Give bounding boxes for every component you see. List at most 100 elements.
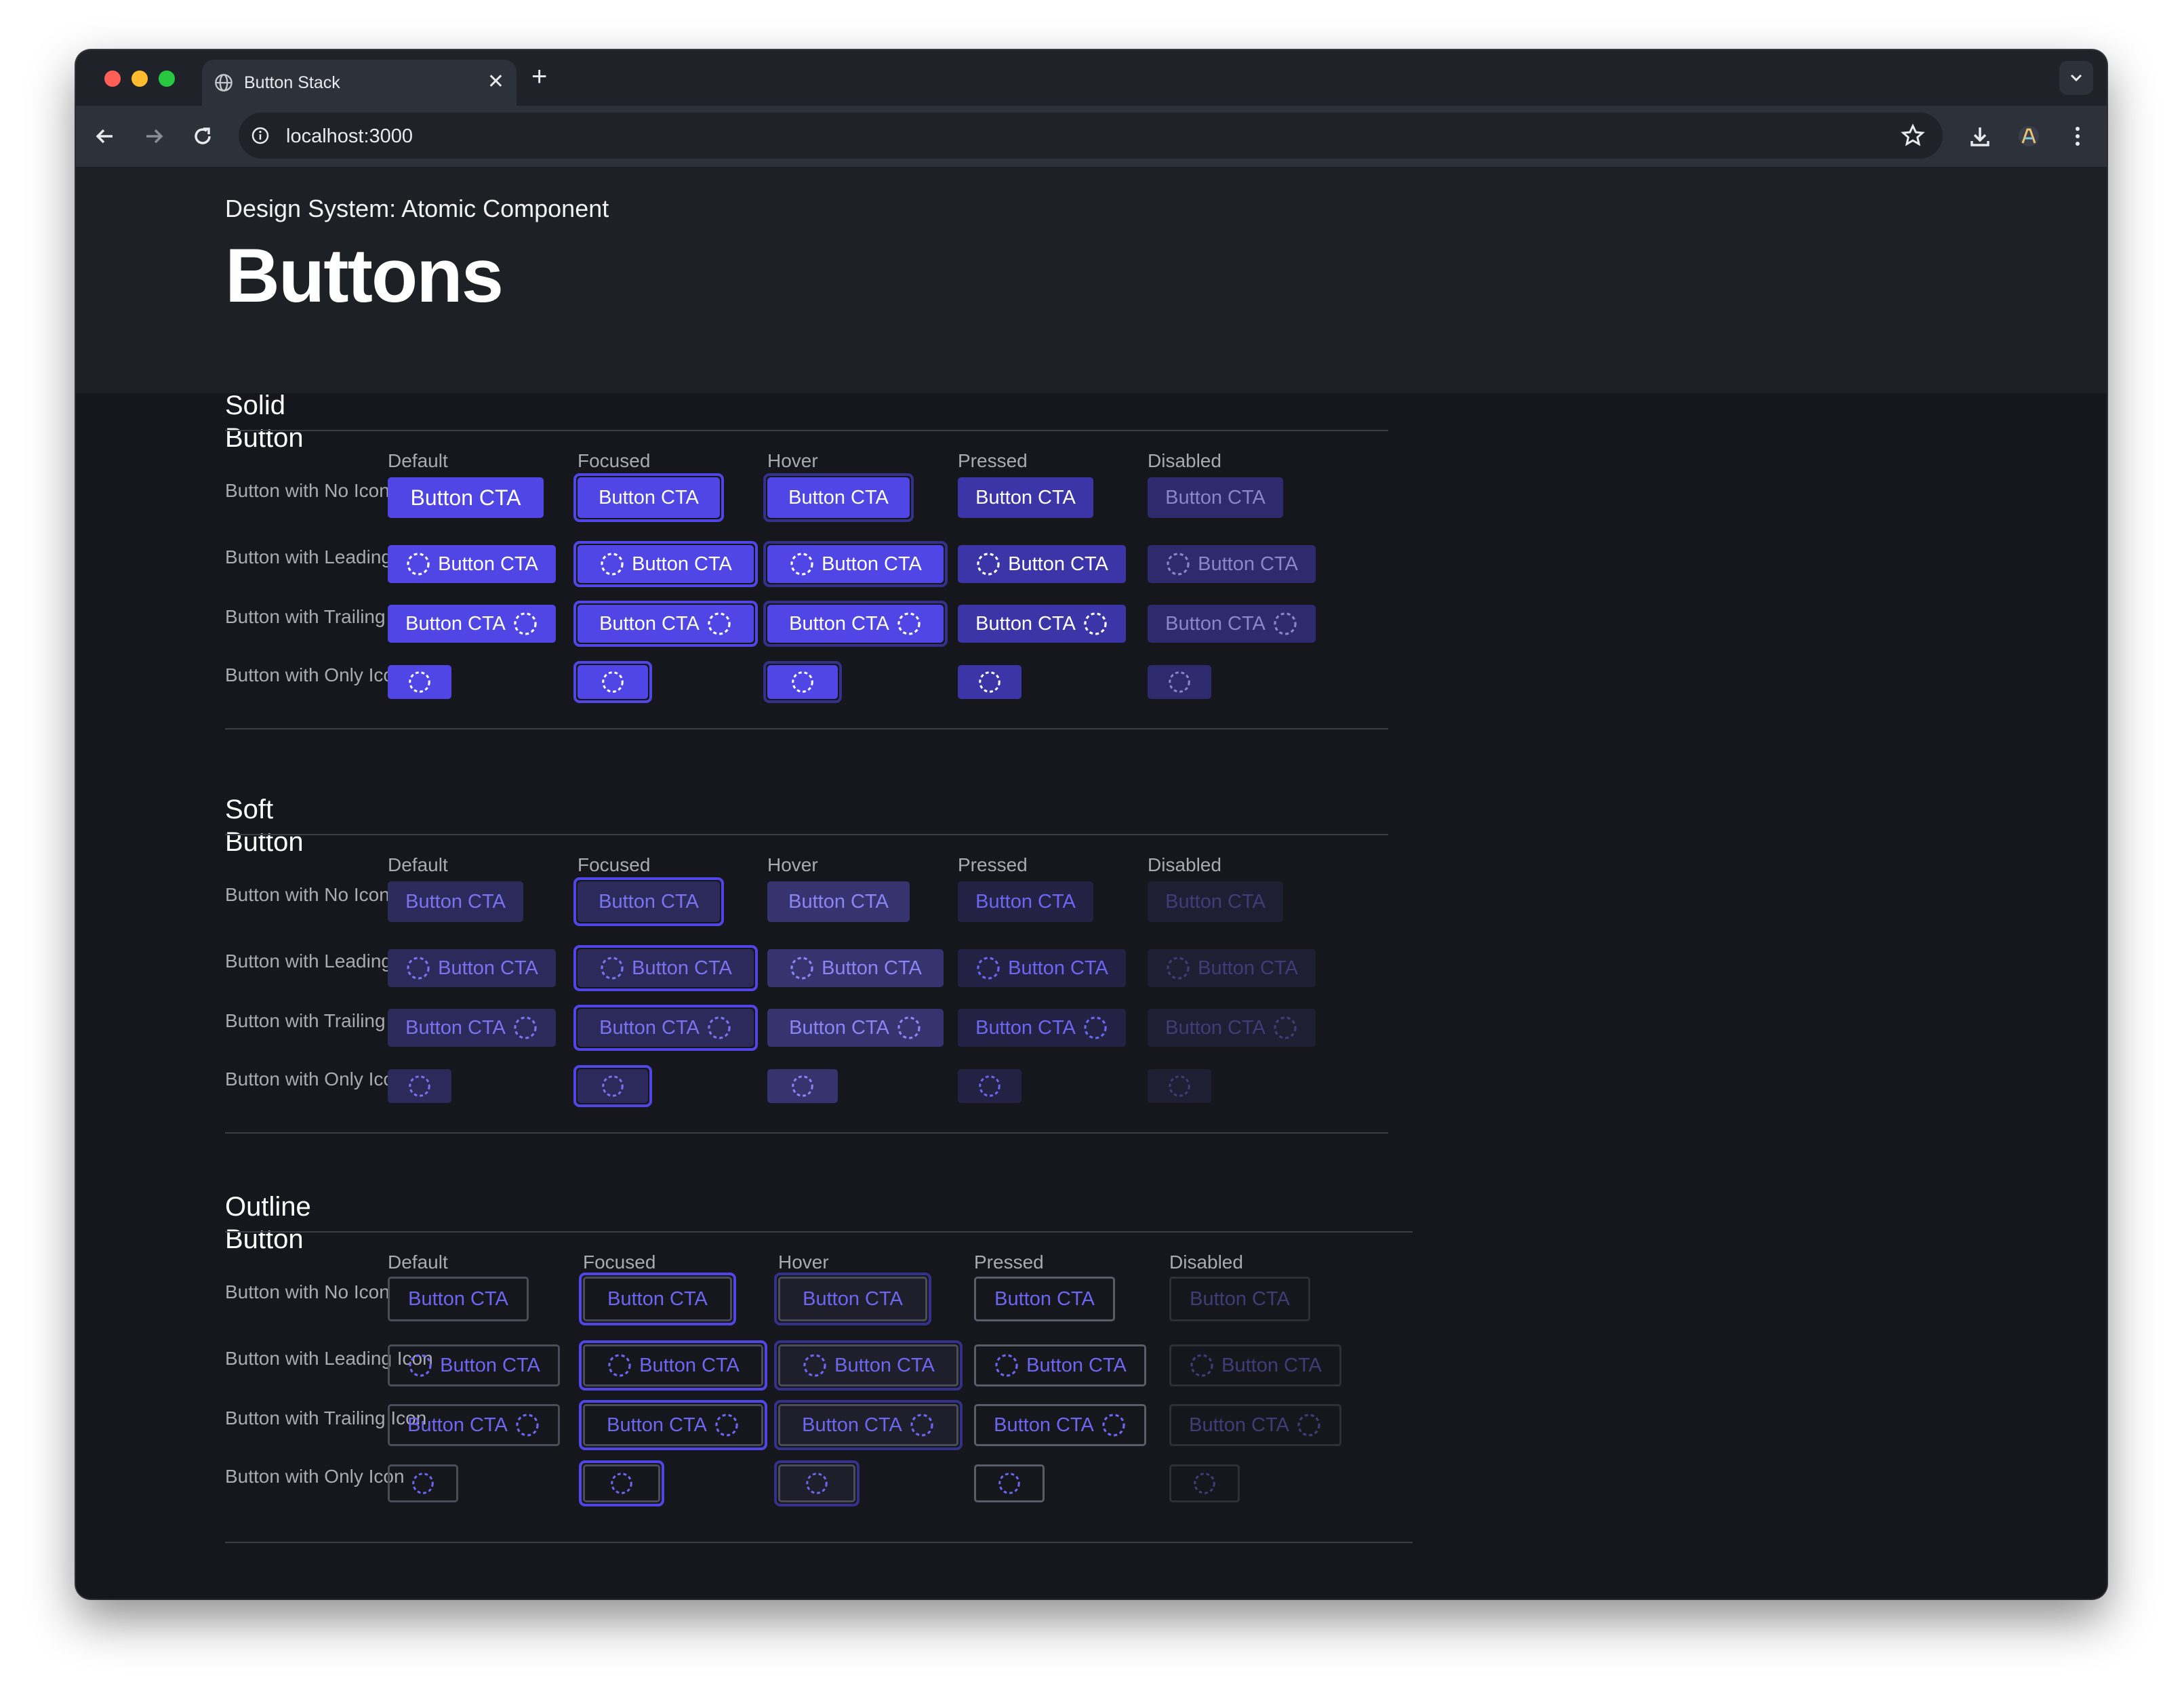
soft-button-no-icon-hover[interactable]: Button CTA: [767, 881, 910, 922]
soft-button-trail-icon-hover[interactable]: Button CTA: [767, 1009, 944, 1047]
column-header-disabled: Disabled: [1148, 854, 1221, 875]
button-label: Button CTA: [822, 553, 922, 575]
soft-button-only-icon-focused[interactable]: [578, 1069, 648, 1103]
loader-dashed-circle-icon: [910, 1414, 933, 1437]
soft-button-only-icon-hover[interactable]: [767, 1069, 838, 1103]
button-label: Button CTA: [1198, 553, 1298, 575]
loader-dashed-circle-icon: [792, 671, 813, 693]
loader-dashed-circle-icon: [995, 1354, 1018, 1377]
loader-dashed-circle-icon: [1274, 612, 1297, 635]
button-label: Button CTA: [1190, 1287, 1290, 1310]
soft-button-trail-icon-default[interactable]: Button CTA: [388, 1009, 556, 1047]
soft-button-only-icon-disabled[interactable]: [1148, 1069, 1211, 1103]
soft-button-no-icon-focused[interactable]: Button CTA: [578, 881, 720, 922]
soft-button-trail-icon-focused[interactable]: Button CTA: [578, 1009, 754, 1047]
button-label: Button CTA: [975, 612, 1076, 635]
solid-button-lead-icon-hover[interactable]: Button CTA: [767, 545, 944, 583]
tab-search-button[interactable]: [2059, 61, 2093, 95]
outline-button-trail-icon-hover[interactable]: Button CTA: [778, 1404, 958, 1446]
url-text[interactable]: localhost:3000: [286, 125, 413, 147]
button-label: Button CTA: [1165, 486, 1266, 508]
button-label: Button CTA: [1008, 957, 1108, 979]
outline-button-no-icon-disabled[interactable]: Button CTA: [1169, 1277, 1310, 1321]
outline-button-lead-icon-focused[interactable]: Button CTA: [583, 1344, 763, 1386]
soft-button-no-icon-disabled[interactable]: Button CTA: [1148, 881, 1283, 922]
soft-button-lead-icon-default[interactable]: Button CTA: [388, 949, 556, 987]
outline-button-lead-icon-pressed[interactable]: Button CTA: [974, 1344, 1146, 1386]
solid-button-no-icon-pressed[interactable]: Button CTA: [958, 477, 1093, 518]
solid-button-trail-icon-default[interactable]: Button CTA: [388, 605, 556, 643]
outline-button-only-icon-focused[interactable]: [583, 1464, 660, 1502]
outline-button-trail-icon-disabled[interactable]: Button CTA: [1169, 1404, 1341, 1446]
solid-button-lead-icon-default[interactable]: Button CTA: [388, 545, 556, 583]
soft-button-lead-icon-focused[interactable]: Button CTA: [578, 949, 754, 987]
loader-dashed-circle-icon: [806, 1473, 828, 1494]
solid-button-lead-icon-pressed[interactable]: Button CTA: [958, 545, 1126, 583]
solid-button-trail-icon-hover[interactable]: Button CTA: [767, 605, 944, 643]
star-icon[interactable]: [1901, 123, 1925, 148]
soft-button-no-icon-pressed[interactable]: Button CTA: [958, 881, 1093, 922]
column-header-disabled: Disabled: [1148, 450, 1221, 471]
arrow-right-icon[interactable]: [138, 121, 169, 152]
chevron-down-icon: [2070, 74, 2082, 82]
column-header-hover: Hover: [778, 1252, 829, 1273]
info-icon[interactable]: [251, 126, 270, 145]
reload-icon[interactable]: [187, 121, 218, 152]
loader-dashed-circle-icon: [1169, 1075, 1190, 1097]
close-window-button[interactable]: [104, 71, 121, 87]
solid-button-only-icon-focused[interactable]: [578, 665, 648, 699]
solid-button-trail-icon-disabled[interactable]: Button CTA: [1148, 605, 1316, 643]
solid-button-no-icon-disabled[interactable]: Button CTA: [1148, 477, 1283, 518]
soft-button-lead-icon-hover[interactable]: Button CTA: [767, 949, 944, 987]
soft-button-only-icon-default[interactable]: [388, 1069, 451, 1103]
outline-button-only-icon-hover[interactable]: [778, 1464, 855, 1502]
loader-dashed-circle-icon: [792, 1075, 813, 1097]
soft-button-lead-icon-pressed[interactable]: Button CTA: [958, 949, 1126, 987]
outline-button-lead-icon-default[interactable]: Button CTA: [388, 1344, 560, 1386]
column-header-default: Default: [388, 450, 448, 471]
maximize-window-button[interactable]: [159, 71, 175, 87]
kebab-menu-icon[interactable]: [2062, 121, 2093, 152]
solid-button-only-icon-disabled[interactable]: [1148, 665, 1211, 699]
loader-dashed-circle-icon: [412, 1473, 434, 1494]
solid-button-trail-icon-pressed[interactable]: Button CTA: [958, 605, 1126, 643]
button-label: Button CTA: [599, 612, 700, 635]
soft-button-lead-icon-disabled[interactable]: Button CTA: [1148, 949, 1316, 987]
outline-button-no-icon-pressed[interactable]: Button CTA: [974, 1277, 1115, 1321]
outline-button-lead-icon-hover[interactable]: Button CTA: [778, 1344, 958, 1386]
outline-button-only-icon-pressed[interactable]: [974, 1464, 1045, 1502]
download-icon[interactable]: [1964, 121, 1996, 152]
outline-button-only-icon-default[interactable]: [388, 1464, 458, 1502]
outline-button-trail-icon-pressed[interactable]: Button CTA: [974, 1404, 1146, 1446]
close-tab-icon[interactable]: ✕: [487, 71, 504, 94]
solid-button-no-icon-default[interactable]: Button CTA: [388, 477, 544, 518]
button-label: Button CTA: [822, 957, 922, 979]
soft-button-trail-icon-disabled[interactable]: Button CTA: [1148, 1009, 1316, 1047]
outline-button-lead-icon-disabled[interactable]: Button CTA: [1169, 1344, 1341, 1386]
solid-button-no-icon-focused[interactable]: Button CTA: [578, 477, 720, 518]
solid-button-no-icon-hover[interactable]: Button CTA: [767, 477, 910, 518]
solid-button-lead-icon-focused[interactable]: Button CTA: [578, 545, 754, 583]
solid-button-lead-icon-disabled[interactable]: Button CTA: [1148, 545, 1316, 583]
outline-button-trail-icon-focused[interactable]: Button CTA: [583, 1404, 763, 1446]
button-label: Button CTA: [994, 1287, 1095, 1310]
outline-button-no-icon-focused[interactable]: Button CTA: [583, 1277, 732, 1321]
outline-button-no-icon-hover[interactable]: Button CTA: [778, 1277, 927, 1321]
soft-button-trail-icon-pressed[interactable]: Button CTA: [958, 1009, 1126, 1047]
soft-button-only-icon-pressed[interactable]: [958, 1069, 1022, 1103]
minimize-window-button[interactable]: [132, 71, 148, 87]
profile-avatar-icon[interactable]: [2013, 121, 2044, 152]
loader-dashed-circle-icon: [708, 1016, 731, 1039]
solid-button-only-icon-hover[interactable]: [767, 665, 838, 699]
address-bar[interactable]: localhost:3000: [239, 113, 1943, 159]
new-tab-button[interactable]: +: [531, 61, 547, 92]
soft-button-no-icon-default[interactable]: Button CTA: [388, 881, 523, 922]
browser-tab-active[interactable]: Button Stack ✕: [202, 60, 517, 106]
outline-button-trail-icon-default[interactable]: Button CTA: [388, 1404, 560, 1446]
solid-button-only-icon-pressed[interactable]: [958, 665, 1022, 699]
outline-button-no-icon-default[interactable]: Button CTA: [388, 1277, 529, 1321]
arrow-left-icon[interactable]: [89, 121, 121, 152]
outline-button-only-icon-disabled[interactable]: [1169, 1464, 1240, 1502]
solid-button-trail-icon-focused[interactable]: Button CTA: [578, 605, 754, 643]
solid-button-only-icon-default[interactable]: [388, 665, 451, 699]
